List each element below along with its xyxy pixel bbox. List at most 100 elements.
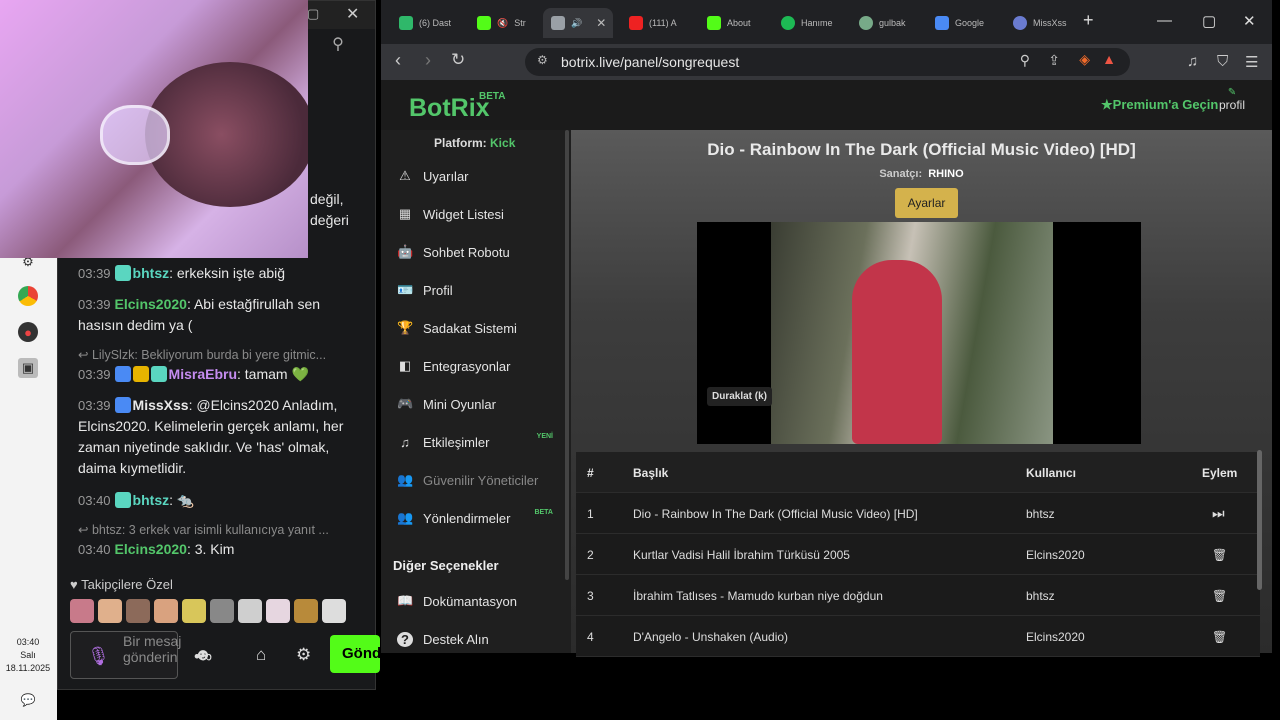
store-icon[interactable]: ⌂ xyxy=(256,645,266,665)
restore-icon[interactable]: ▢ xyxy=(307,6,319,22)
browser-tab[interactable]: (6) Dast xyxy=(391,8,461,38)
chrome-icon[interactable] xyxy=(18,286,38,306)
microphone-icon[interactable]: 🎙 xyxy=(87,646,110,667)
sidebar-item-alerts[interactable]: ⚠ Uyarılar xyxy=(397,161,567,191)
new-tab-icon[interactable]: + xyxy=(1083,10,1094,31)
username[interactable]: Elcins2020 xyxy=(115,296,187,312)
emote[interactable] xyxy=(98,599,122,623)
heart-icon: ♥ xyxy=(70,577,78,592)
forward-icon[interactable]: › xyxy=(425,50,431,71)
tab-label: Google xyxy=(955,18,985,28)
sidebar-item-trusted-mods[interactable]: 👥 Güvenilir Yöneticiler xyxy=(397,465,567,495)
reply-preview[interactable]: ↩ LilySlzk: Bekliyorum burda bi yere git… xyxy=(78,347,363,362)
message-text: : 3. Kim xyxy=(186,541,235,557)
app-icon[interactable]: ● xyxy=(18,322,38,342)
url-field[interactable]: ⚙ botrix.live/panel/songrequest ⚲ ⇪ ◈ ▲ xyxy=(525,48,1130,76)
menu-icon[interactable]: ☰ xyxy=(1245,53,1258,71)
chat-input[interactable]: 🎙 Bir mesaj gönderin xyxy=(70,631,181,679)
trash-icon[interactable]: 🗑 xyxy=(1212,630,1227,644)
username[interactable]: bhtsz xyxy=(133,265,170,281)
tab-label: Hanıme xyxy=(801,18,833,28)
emote[interactable] xyxy=(154,599,178,623)
sidebar-item-interactions[interactable]: ♫ Etkileşimler YENİ xyxy=(397,427,567,457)
points-icon[interactable]: •∞ xyxy=(194,647,212,667)
browser-tab[interactable]: Hanıme xyxy=(773,8,851,38)
sidebar-item-label: Profil xyxy=(423,282,453,298)
message-text: : erkeksin işte abiğ xyxy=(169,265,286,281)
close-window-icon[interactable]: ✕ xyxy=(1243,12,1256,30)
audio-icon[interactable]: 🔊 xyxy=(571,18,582,29)
site-logo[interactable]: BotRix xyxy=(409,94,490,123)
emote[interactable] xyxy=(266,599,290,623)
profile-link[interactable]: ✎ profil xyxy=(1219,87,1245,112)
username[interactable]: MisraEbru xyxy=(169,366,237,382)
platform-label: Platform: xyxy=(434,136,487,150)
browser-tab[interactable]: MissXss xyxy=(1005,8,1077,38)
sidebar-item-profile[interactable]: 🪪 Profil xyxy=(397,275,567,305)
mute-icon[interactable]: 🔇 xyxy=(497,18,508,29)
emote[interactable] xyxy=(70,599,94,623)
rewards-icon[interactable]: ▲ xyxy=(1102,51,1116,67)
send-button[interactable]: Gönder xyxy=(330,635,380,673)
sidebar-item-docs[interactable]: 📖 Dokümantasyon xyxy=(397,586,567,616)
sidebar-item-minigames[interactable]: 🎮 Mini Oyunlar xyxy=(397,389,567,419)
video-player[interactable]: Duraklat (k) xyxy=(697,222,1141,444)
message-text: : tamam 💚 xyxy=(237,366,309,382)
emote[interactable] xyxy=(210,599,234,623)
tab-close-icon[interactable]: ✕ xyxy=(596,16,606,30)
minimize-icon[interactable]: — xyxy=(1157,12,1172,29)
table-scrollbar[interactable] xyxy=(1257,450,1262,590)
url-text: botrix.live/panel/songrequest xyxy=(561,54,740,70)
trash-icon[interactable]: 🗑 xyxy=(1212,589,1227,603)
maximize-icon[interactable]: ▢ xyxy=(1202,12,1216,30)
emote[interactable] xyxy=(126,599,150,623)
sidebar-item-loyalty[interactable]: 🏆 Sadakat Sistemi xyxy=(397,313,567,343)
vpn-icon[interactable]: ⛉ xyxy=(1217,53,1228,70)
browser-window: (6) Dast 🔇 Str 🔊 ✕ (111) A About Hanıme gu… xyxy=(381,0,1272,657)
browser-tab-active[interactable]: 🔊 ✕ xyxy=(543,8,613,38)
search-icon[interactable]: ⚲ xyxy=(308,31,368,57)
username[interactable]: Elcins2020 xyxy=(115,541,187,557)
trash-icon[interactable]: 🗑 xyxy=(1212,548,1227,562)
artist-label: Sanatçı: xyxy=(879,168,923,180)
sidebar-item-redirects[interactable]: 👥 Yönlendirmeler BETA xyxy=(397,503,567,533)
browser-tab[interactable]: gulbak xyxy=(851,8,921,38)
settings-button[interactable]: Ayarlar xyxy=(895,188,958,218)
badge-icon xyxy=(114,492,131,508)
emote[interactable] xyxy=(238,599,262,623)
sidebar-scrollbar[interactable] xyxy=(565,130,569,580)
zoom-icon[interactable]: ⚲ xyxy=(1020,52,1030,69)
sidebar: Platform: Kick ⚠ Uyarılar ▦ Widget Listesi… xyxy=(381,130,571,653)
emote[interactable] xyxy=(182,599,206,623)
site-info-icon[interactable]: ⚙ xyxy=(537,53,548,67)
tab-favicon-icon xyxy=(781,16,795,30)
media-icon[interactable]: ♫ xyxy=(1187,53,1198,70)
skip-icon[interactable]: ⏭ xyxy=(1212,505,1225,522)
close-icon[interactable]: ✕ xyxy=(346,4,359,24)
settings-icon[interactable]: ⚙ xyxy=(296,645,311,665)
sidebar-item-chatbot[interactable]: 🤖 Sohbet Robotu xyxy=(397,237,567,267)
back-icon[interactable]: ‹ xyxy=(395,50,401,71)
hammer-badge-icon xyxy=(114,366,131,382)
sidebar-item-integrations[interactable]: ◧ Entegrasyonlar xyxy=(397,351,567,381)
browser-tab[interactable]: (111) A xyxy=(621,8,691,38)
browser-tab[interactable]: About xyxy=(699,8,769,38)
share-icon[interactable]: ⇪ xyxy=(1048,52,1060,69)
sidebar-item-support[interactable]: ? Destek Alın xyxy=(397,624,567,654)
username[interactable]: bhtsz xyxy=(133,492,170,508)
reload-icon[interactable]: ↻ xyxy=(451,50,465,70)
sidebar-item-widgets[interactable]: ▦ Widget Listesi xyxy=(397,199,567,229)
premium-link[interactable]: ★Premium'a Geçin xyxy=(1101,97,1218,113)
taskbar-clock[interactable]: 03:40 Salı 18.11.2025 xyxy=(2,636,54,675)
browser-tab[interactable]: 🔇 Str xyxy=(469,8,539,38)
browser-tab[interactable]: Google xyxy=(927,8,999,38)
username[interactable]: MissXss xyxy=(133,397,189,413)
row-number: 1 xyxy=(587,507,594,521)
reply-preview[interactable]: ↩ bhtsz: 3 erkek var isimli kullanıcıya … xyxy=(78,522,363,537)
brave-shield-icon[interactable]: ◈ xyxy=(1079,51,1090,68)
notification-icon[interactable]: 💬 xyxy=(18,690,38,710)
message-time: 03:39 xyxy=(78,297,111,312)
app-icon-2[interactable]: ▣ xyxy=(18,358,38,378)
emote[interactable] xyxy=(294,599,318,623)
emote[interactable] xyxy=(322,599,346,623)
